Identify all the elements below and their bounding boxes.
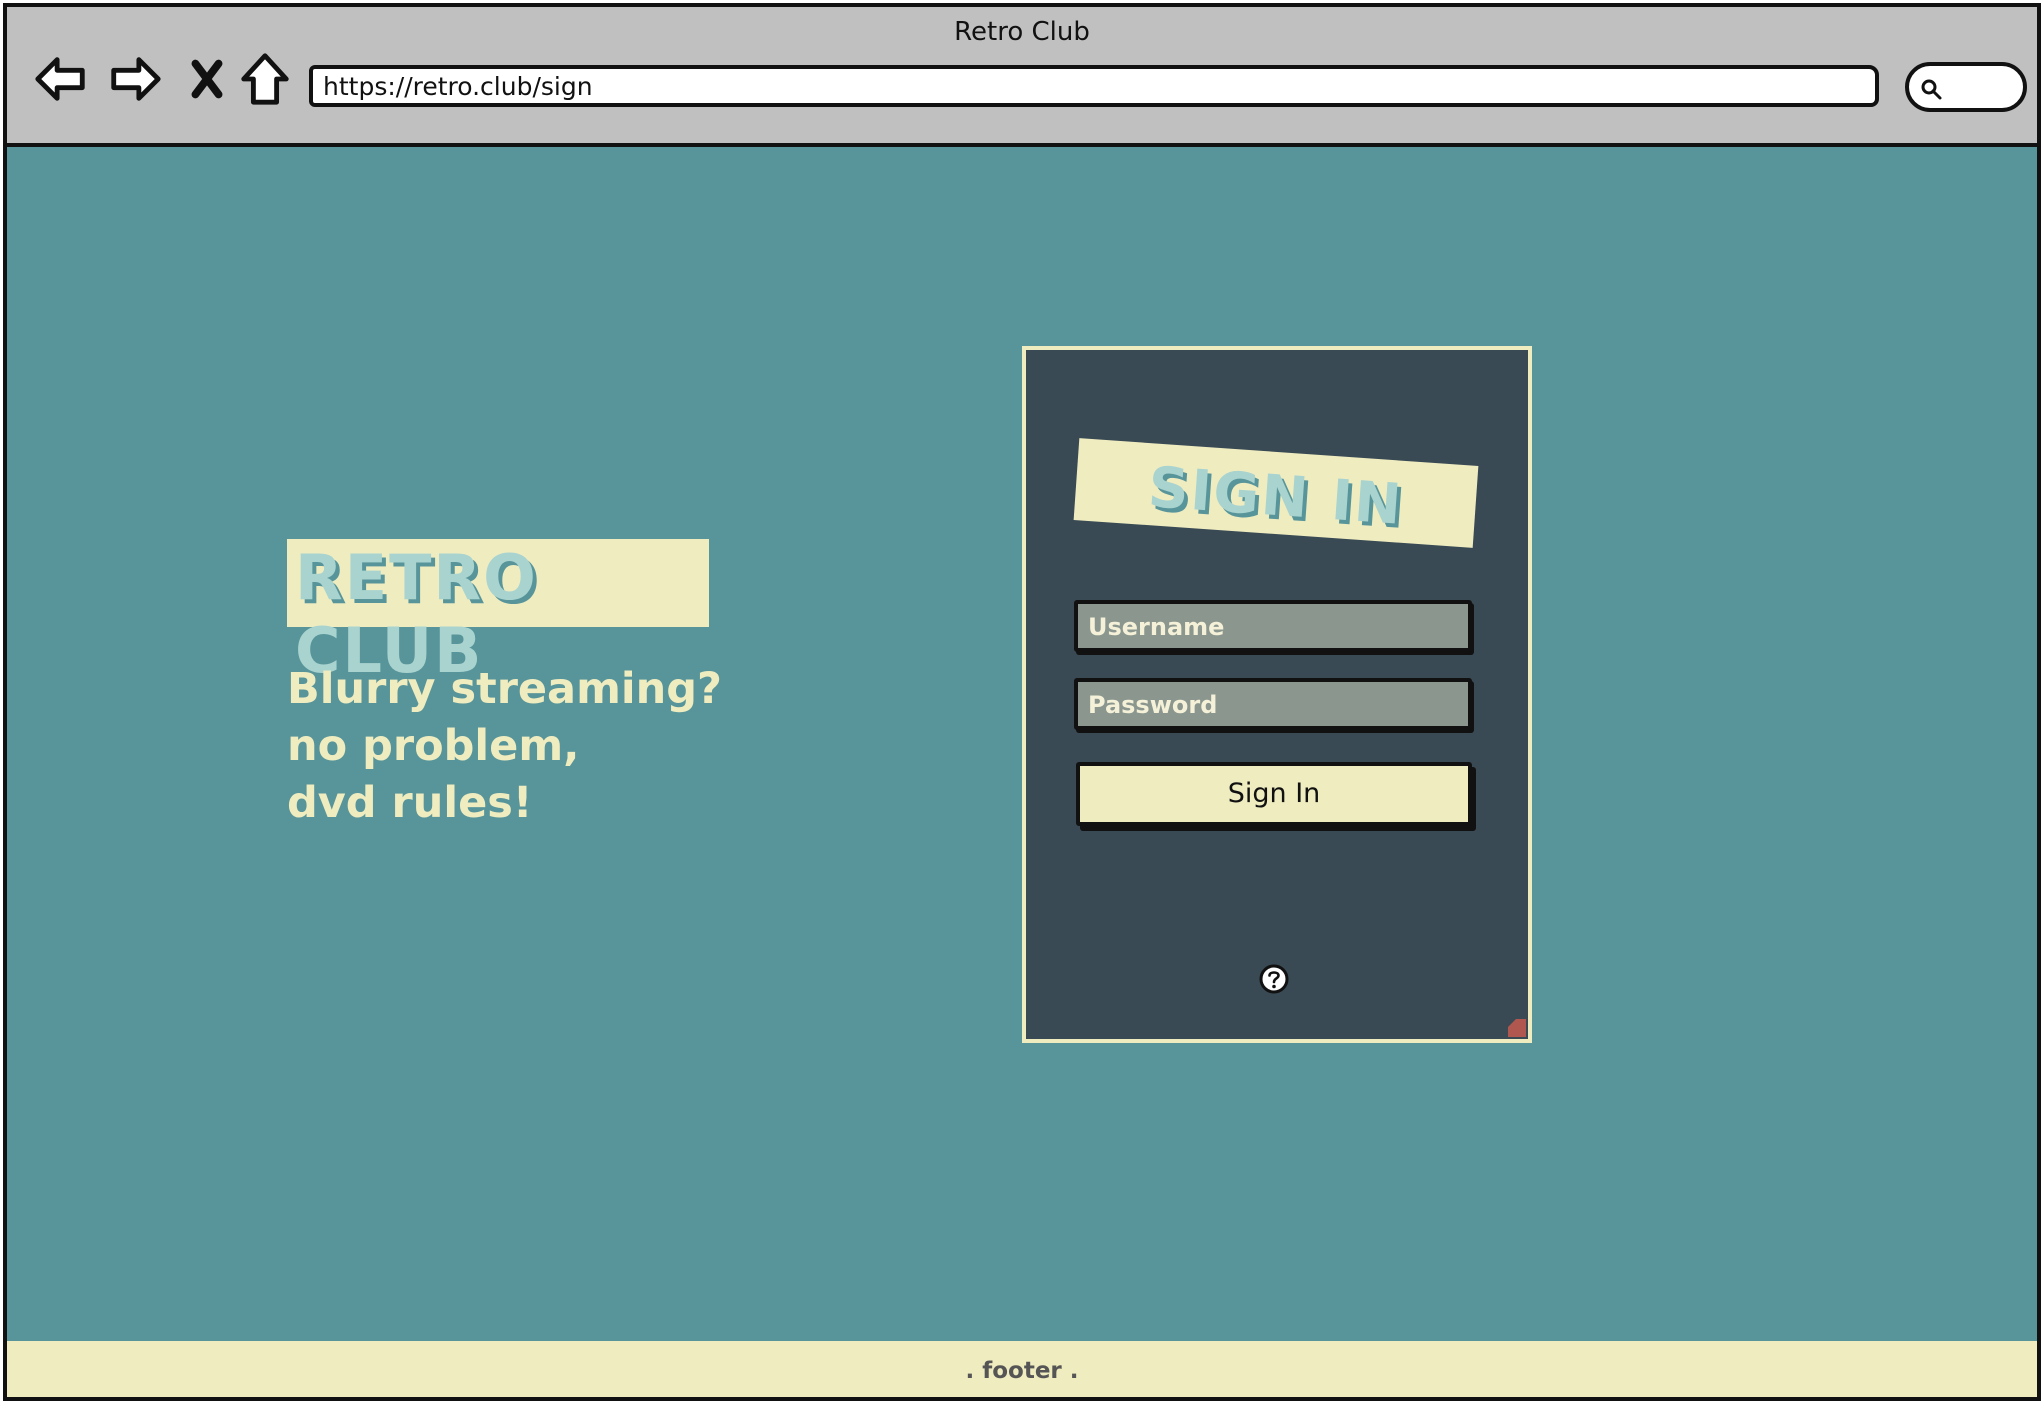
signin-card: SIGN IN Username Password Sign In bbox=[1022, 346, 1532, 1043]
page-content: RETRO CLUB Blurry streaming? no problem,… bbox=[7, 151, 2037, 1397]
resize-handle-icon[interactable] bbox=[1506, 1017, 1528, 1039]
username-input[interactable]: Username bbox=[1074, 600, 1472, 652]
hero-tagline: Blurry streaming? no problem, dvd rules! bbox=[287, 661, 722, 832]
browser-window: Retro Club https://retro.club/sign RETRO… bbox=[3, 3, 2041, 1401]
search-icon bbox=[1921, 79, 1942, 100]
home-icon bbox=[241, 53, 289, 105]
stop-button[interactable] bbox=[177, 49, 237, 109]
brand-logo: RETRO CLUB bbox=[287, 539, 709, 687]
signin-button[interactable]: Sign In bbox=[1076, 762, 1472, 826]
tagline-line: no problem, bbox=[287, 721, 580, 771]
browser-toolbar: Retro Club https://retro.club/sign bbox=[7, 7, 2037, 147]
tagline-line: dvd rules! bbox=[287, 778, 533, 828]
tagline-line: Blurry streaming? bbox=[287, 664, 722, 714]
signin-title: SIGN IN bbox=[1146, 455, 1406, 538]
back-button[interactable] bbox=[31, 49, 91, 109]
help-icon[interactable] bbox=[1258, 963, 1290, 995]
url-input[interactable]: https://retro.club/sign bbox=[309, 65, 1879, 107]
forward-arrow-icon bbox=[111, 57, 161, 101]
back-arrow-icon bbox=[35, 57, 85, 101]
window-title: Retro Club bbox=[954, 17, 1090, 47]
forward-button[interactable] bbox=[105, 49, 165, 109]
close-icon bbox=[191, 59, 223, 99]
page-footer: . footer . bbox=[7, 1341, 2037, 1397]
signin-banner: SIGN IN bbox=[1073, 438, 1479, 548]
browser-search-box[interactable] bbox=[1905, 62, 2027, 112]
password-input[interactable]: Password bbox=[1074, 678, 1472, 730]
home-button[interactable] bbox=[235, 49, 295, 109]
